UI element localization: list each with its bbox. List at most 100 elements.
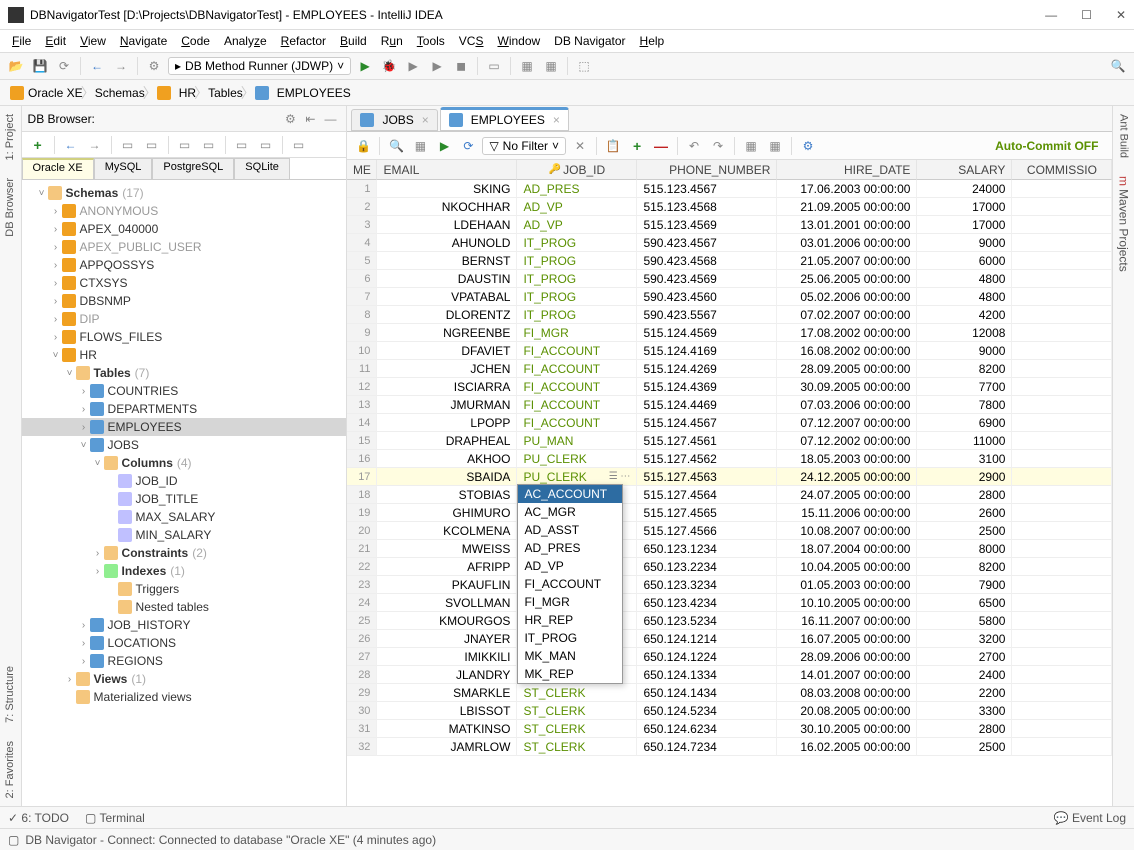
tree-item-apex_040000[interactable]: ›APEX_040000 xyxy=(22,220,347,238)
tree-item-anonymous[interactable]: ›ANONYMOUS xyxy=(22,202,347,220)
cell-phone[interactable]: 650.123.4234 xyxy=(637,594,777,612)
cell-hire[interactable]: 01.05.2003 00:00:00 xyxy=(777,576,917,594)
tree-item-materialized-views[interactable]: Materialized views xyxy=(22,688,347,706)
cell-salary[interactable]: 6000 xyxy=(917,252,1012,270)
play-icon[interactable]: ▶ xyxy=(434,136,454,156)
cell-email[interactable]: JNAYER xyxy=(377,630,517,648)
search-icon[interactable]: 🔍 xyxy=(1108,56,1128,76)
cell-phone[interactable]: 515.127.4565 xyxy=(637,504,777,522)
cell-salary[interactable]: 4800 xyxy=(917,288,1012,306)
cell-phone[interactable]: 515.123.4569 xyxy=(637,216,777,234)
rownum[interactable]: 14 xyxy=(347,414,377,432)
cell-email[interactable]: SBAIDA xyxy=(377,468,517,486)
rownum[interactable]: 17 xyxy=(347,468,377,486)
cell-salary[interactable]: 9000 xyxy=(917,234,1012,252)
tree-item--b-tables-b-[interactable]: ˅Tables(7) xyxy=(22,364,347,382)
cell-commission[interactable] xyxy=(1012,522,1112,540)
cell-salary[interactable]: 17000 xyxy=(917,216,1012,234)
dropdown-option-ad_asst[interactable]: AD_ASST xyxy=(518,521,622,539)
cell-hire[interactable]: 16.08.2002 00:00:00 xyxy=(777,342,917,360)
tree-item--b-columns-b-[interactable]: ˅Columns(4) xyxy=(22,454,347,472)
cell-commission[interactable] xyxy=(1012,558,1112,576)
tree-item--b-constraints-b-[interactable]: ›Constraints(2) xyxy=(22,544,347,562)
run-icon[interactable]: ▶ xyxy=(355,56,375,76)
cell-phone[interactable]: 650.124.1434 xyxy=(637,684,777,702)
filter-icon[interactable]: ▭ xyxy=(232,135,252,155)
col-header-email[interactable]: EMAIL xyxy=(377,160,517,180)
cell-commission[interactable] xyxy=(1012,450,1112,468)
rownum[interactable]: 4 xyxy=(347,234,377,252)
rownum[interactable]: 16 xyxy=(347,450,377,468)
cell-commission[interactable] xyxy=(1012,576,1112,594)
menu-analyze[interactable]: Analyze xyxy=(218,32,273,50)
dropdown-option-fi_account[interactable]: FI_ACCOUNT xyxy=(518,575,622,593)
cell-phone[interactable]: 650.123.1234 xyxy=(637,540,777,558)
cell-salary[interactable]: 7900 xyxy=(917,576,1012,594)
cell-phone[interactable]: 650.123.5234 xyxy=(637,612,777,630)
cell-jobid[interactable]: AD_PRES xyxy=(517,180,637,198)
zoom-icon[interactable]: 🔍 xyxy=(386,136,406,156)
nav-fwd-icon[interactable]: → xyxy=(85,135,105,155)
tree-item--b-indexes-b-[interactable]: ›Indexes(1) xyxy=(22,562,347,580)
toolwin-ant[interactable]: Ant Build xyxy=(1116,110,1132,162)
col-header-phone_number[interactable]: PHONE_NUMBER xyxy=(637,160,777,180)
tree-item-appqossys[interactable]: ›APPQOSSYS xyxy=(22,256,347,274)
open-icon[interactable]: 📂 xyxy=(6,56,26,76)
cell-hire[interactable]: 15.11.2006 00:00:00 xyxy=(777,504,917,522)
save-icon[interactable]: 💾 xyxy=(30,56,50,76)
cell-jobid[interactable]: IT_PROG xyxy=(517,252,637,270)
menu-vcs[interactable]: VCS xyxy=(453,32,490,50)
tree-item-ctxsys[interactable]: ›CTXSYS xyxy=(22,274,347,292)
menu-tools[interactable]: Tools xyxy=(411,32,451,50)
cell-salary[interactable]: 8200 xyxy=(917,558,1012,576)
cell-phone[interactable]: 650.124.7234 xyxy=(637,738,777,756)
rownum[interactable]: 6 xyxy=(347,270,377,288)
job-id-dropdown[interactable]: AC_ACCOUNTAC_MGRAD_ASSTAD_PRESAD_VPFI_AC… xyxy=(517,484,623,684)
profile-icon[interactable]: ▶ xyxy=(427,56,447,76)
menu-navigate[interactable]: Navigate xyxy=(114,32,173,50)
tree-item-countries[interactable]: ›COUNTRIES xyxy=(22,382,347,400)
dropdown-option-ad_vp[interactable]: AD_VP xyxy=(518,557,622,575)
cell-email[interactable]: NGREENBE xyxy=(377,324,517,342)
cell-email[interactable]: DLORENTZ xyxy=(377,306,517,324)
cell-commission[interactable] xyxy=(1012,504,1112,522)
menu-refactor[interactable]: Refactor xyxy=(275,32,332,50)
refresh-icon[interactable]: ▭ xyxy=(289,135,309,155)
cell-commission[interactable] xyxy=(1012,198,1112,216)
cell-email[interactable]: STOBIAS xyxy=(377,486,517,504)
rownum[interactable]: 13 xyxy=(347,396,377,414)
cell-salary[interactable]: 6900 xyxy=(917,414,1012,432)
cell-hire[interactable]: 10.04.2005 00:00:00 xyxy=(777,558,917,576)
tree-item-dbsnmp[interactable]: ›DBSNMP xyxy=(22,292,347,310)
tree-item-job_history[interactable]: ›JOB_HISTORY xyxy=(22,616,347,634)
cell-hire[interactable]: 07.12.2007 00:00:00 xyxy=(777,414,917,432)
tree-item-flows_files[interactable]: ›FLOWS_FILES xyxy=(22,328,347,346)
cell-phone[interactable]: 650.124.1224 xyxy=(637,648,777,666)
cell-jobid[interactable]: FI_ACCOUNT xyxy=(517,414,637,432)
tree-item-triggers[interactable]: Triggers xyxy=(22,580,347,598)
tree-item--b-schemas-b-[interactable]: ˅Schemas(17) xyxy=(22,184,347,202)
autoscroll-icon[interactable]: ▭ xyxy=(175,135,195,155)
cell-salary[interactable]: 4200 xyxy=(917,306,1012,324)
menu-code[interactable]: Code xyxy=(175,32,216,50)
copy-icon[interactable]: 📋 xyxy=(603,136,623,156)
tree-item-apex_public_user[interactable]: ›APEX_PUBLIC_USER xyxy=(22,238,347,256)
cell-commission[interactable] xyxy=(1012,378,1112,396)
cell-commission[interactable] xyxy=(1012,486,1112,504)
cell-hire[interactable]: 03.01.2006 00:00:00 xyxy=(777,234,917,252)
rownum[interactable]: 30 xyxy=(347,702,377,720)
cell-salary[interactable]: 2200 xyxy=(917,684,1012,702)
cell-phone[interactable]: 650.124.1334 xyxy=(637,666,777,684)
cell-salary[interactable]: 3300 xyxy=(917,702,1012,720)
cell-jobid[interactable]: FI_ACCOUNT xyxy=(517,360,637,378)
cell-phone[interactable]: 590.423.4567 xyxy=(637,234,777,252)
cell-email[interactable]: AKHOO xyxy=(377,450,517,468)
hide-icon[interactable]: — xyxy=(320,109,340,129)
dropdown-option-fi_mgr[interactable]: FI_MGR xyxy=(518,593,622,611)
dropdown-option-ac_account[interactable]: AC_ACCOUNT xyxy=(518,485,622,503)
rownum[interactable]: 19 xyxy=(347,504,377,522)
expand-icon[interactable]: ▭ xyxy=(118,135,138,155)
cell-commission[interactable] xyxy=(1012,216,1112,234)
cell-commission[interactable] xyxy=(1012,630,1112,648)
cell-jobid[interactable]: IT_PROG xyxy=(517,288,637,306)
